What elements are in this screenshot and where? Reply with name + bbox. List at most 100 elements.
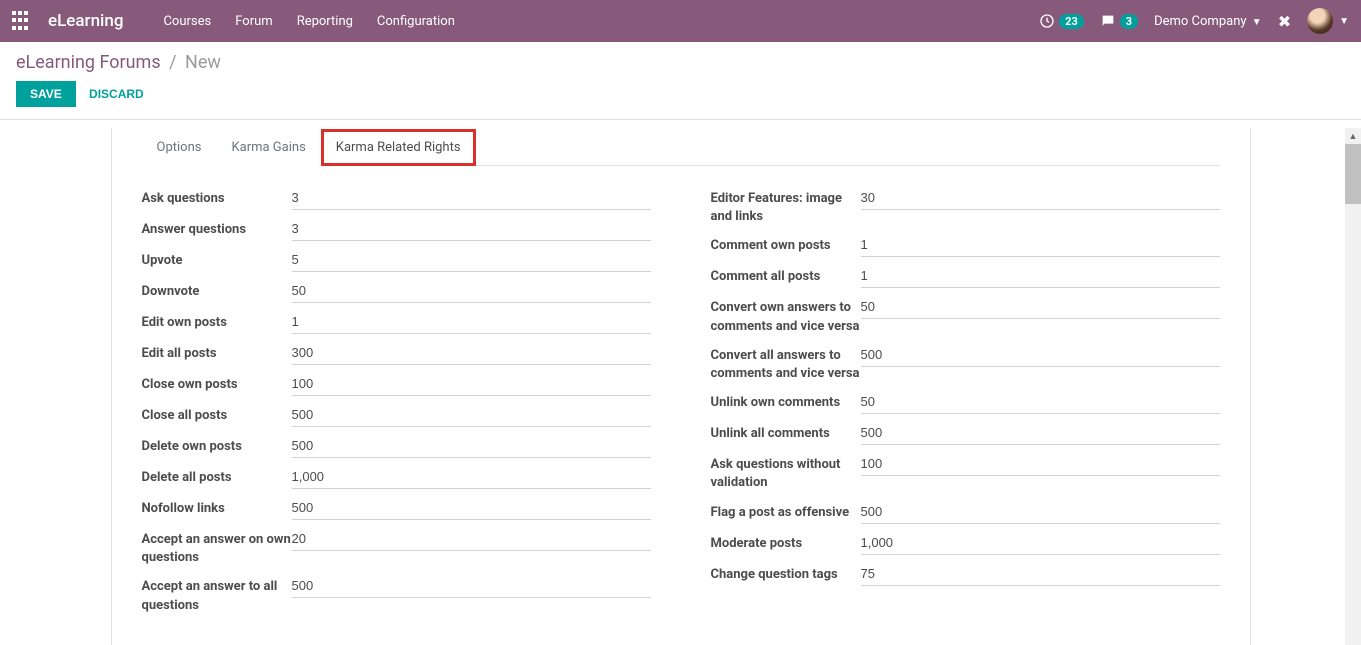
field-label: Editor Features: image and links bbox=[711, 188, 861, 226]
field-label: Delete all posts bbox=[142, 467, 292, 487]
form-row: Convert all answers to comments and vice… bbox=[711, 345, 1220, 383]
karma-input[interactable] bbox=[861, 345, 1220, 367]
messages-indicator[interactable]: 3 bbox=[1100, 13, 1138, 29]
karma-input[interactable] bbox=[861, 564, 1220, 586]
right-column: Editor Features: image and links Comment … bbox=[711, 188, 1220, 615]
scroll-thumb[interactable] bbox=[1345, 144, 1361, 204]
form-row: Accept an answer to all questions bbox=[142, 576, 651, 614]
karma-input[interactable] bbox=[292, 405, 651, 427]
field-label: Nofollow links bbox=[142, 498, 292, 518]
karma-input[interactable] bbox=[292, 219, 651, 241]
nav-configuration[interactable]: Configuration bbox=[377, 14, 455, 29]
form-row: Ask questions without validation bbox=[711, 454, 1220, 492]
karma-input[interactable] bbox=[861, 392, 1220, 414]
field-wrapper bbox=[861, 564, 1220, 586]
karma-input[interactable] bbox=[292, 343, 651, 365]
form-row: Close own posts bbox=[142, 374, 651, 396]
karma-input[interactable] bbox=[861, 502, 1220, 524]
karma-input[interactable] bbox=[292, 281, 651, 303]
field-wrapper bbox=[861, 266, 1220, 288]
form-row: Unlink all comments bbox=[711, 423, 1220, 445]
nav-items: Courses Forum Reporting Configuration bbox=[163, 14, 454, 29]
field-wrapper bbox=[292, 467, 651, 489]
app-title: eLearning bbox=[48, 11, 123, 31]
tab-karma-related-rights[interactable]: Karma Related Rights bbox=[321, 129, 476, 166]
breadcrumb-sep: / bbox=[169, 52, 176, 73]
chevron-down-icon: ▼ bbox=[1252, 17, 1262, 28]
field-label: Downvote bbox=[142, 281, 292, 301]
karma-input[interactable] bbox=[861, 454, 1220, 476]
karma-input[interactable] bbox=[292, 436, 651, 458]
field-wrapper bbox=[861, 454, 1220, 476]
tab-options[interactable]: Options bbox=[142, 129, 217, 166]
karma-input[interactable] bbox=[292, 188, 651, 210]
breadcrumb-row: eLearning Forums / New bbox=[0, 42, 1361, 77]
karma-input[interactable] bbox=[292, 498, 651, 520]
karma-input[interactable] bbox=[861, 423, 1220, 445]
field-label: Ask questions bbox=[142, 188, 292, 208]
field-wrapper bbox=[292, 188, 651, 210]
field-label: Unlink own comments bbox=[711, 392, 861, 412]
field-label: Accept an answer on own questions bbox=[142, 529, 292, 567]
user-menu[interactable]: ▼ bbox=[1307, 8, 1349, 34]
form-row: Edit own posts bbox=[142, 312, 651, 334]
form-row: Editor Features: image and links bbox=[711, 188, 1220, 226]
activity-indicator[interactable]: 23 bbox=[1039, 13, 1084, 29]
field-label: Convert own answers to comments and vice… bbox=[711, 297, 861, 335]
form-row: Downvote bbox=[142, 281, 651, 303]
debug-icon[interactable]: ✖ bbox=[1278, 12, 1291, 31]
scroll-up-icon[interactable]: ▲ bbox=[1345, 128, 1361, 144]
field-label: Ask questions without validation bbox=[711, 454, 861, 492]
field-label: Edit all posts bbox=[142, 343, 292, 363]
field-label: Upvote bbox=[142, 250, 292, 270]
nav-courses[interactable]: Courses bbox=[163, 14, 211, 29]
karma-input[interactable] bbox=[292, 374, 651, 396]
karma-input[interactable] bbox=[861, 533, 1220, 555]
content-area: Options Karma Gains Karma Related Rights… bbox=[0, 128, 1361, 645]
form-row: Comment own posts bbox=[711, 235, 1220, 257]
company-selector[interactable]: Demo Company ▼ bbox=[1154, 14, 1262, 29]
field-label: Change question tags bbox=[711, 564, 861, 584]
form-row: Nofollow links bbox=[142, 498, 651, 520]
field-wrapper bbox=[861, 297, 1220, 319]
field-wrapper bbox=[861, 423, 1220, 445]
field-label: Flag a post as offensive bbox=[711, 502, 861, 522]
karma-input[interactable] bbox=[861, 266, 1220, 288]
form-row: Comment all posts bbox=[711, 266, 1220, 288]
karma-input[interactable] bbox=[861, 297, 1220, 319]
field-label: Convert all answers to comments and vice… bbox=[711, 345, 861, 383]
clock-icon bbox=[1039, 13, 1055, 29]
divider bbox=[0, 119, 1361, 120]
left-column: Ask questions Answer questions Upvote Downv… bbox=[142, 188, 651, 615]
karma-input[interactable] bbox=[292, 312, 651, 334]
field-wrapper bbox=[292, 498, 651, 520]
save-button[interactable]: SAVE bbox=[16, 81, 76, 107]
form-row: Ask questions bbox=[142, 188, 651, 210]
form-grid: Ask questions Answer questions Upvote Downv… bbox=[142, 188, 1220, 615]
field-label: Answer questions bbox=[142, 219, 292, 239]
field-wrapper bbox=[292, 250, 651, 272]
karma-input[interactable] bbox=[292, 467, 651, 489]
tabs: Options Karma Gains Karma Related Rights bbox=[142, 128, 1220, 166]
field-wrapper bbox=[292, 219, 651, 241]
karma-input[interactable] bbox=[861, 188, 1220, 210]
karma-input[interactable] bbox=[861, 235, 1220, 257]
scrollbar[interactable]: ▲ bbox=[1345, 128, 1361, 645]
field-wrapper bbox=[292, 436, 651, 458]
breadcrumb-current: New bbox=[185, 52, 221, 73]
apps-icon[interactable] bbox=[12, 11, 32, 31]
discard-button[interactable]: DISCARD bbox=[89, 87, 144, 101]
nav-reporting[interactable]: Reporting bbox=[297, 14, 353, 29]
karma-input[interactable] bbox=[292, 576, 651, 598]
breadcrumb: eLearning Forums / New bbox=[16, 52, 221, 73]
form-row: Flag a post as offensive bbox=[711, 502, 1220, 524]
karma-input[interactable] bbox=[292, 250, 651, 272]
tab-karma-gains[interactable]: Karma Gains bbox=[216, 129, 320, 166]
field-wrapper bbox=[292, 343, 651, 365]
field-wrapper bbox=[292, 405, 651, 427]
field-label: Close all posts bbox=[142, 405, 292, 425]
topbar: eLearning Courses Forum Reporting Config… bbox=[0, 0, 1361, 42]
karma-input[interactable] bbox=[292, 529, 651, 551]
breadcrumb-root[interactable]: eLearning Forums bbox=[16, 52, 161, 73]
nav-forum[interactable]: Forum bbox=[235, 14, 272, 29]
